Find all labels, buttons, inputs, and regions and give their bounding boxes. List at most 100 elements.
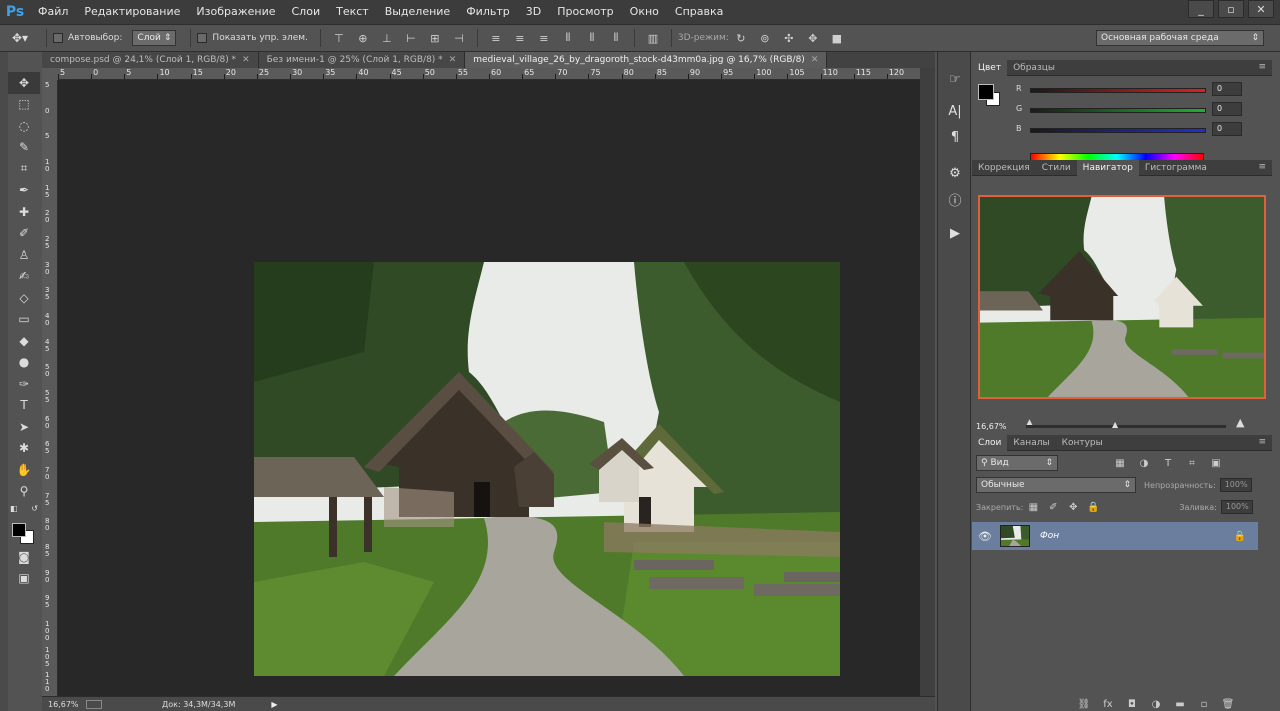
tab-layers[interactable]: Слои xyxy=(972,434,1008,451)
workspace-dropdown[interactable]: Основная рабочая среда ⇕ xyxy=(1096,30,1264,46)
blend-mode-dropdown[interactable]: Обычные ⇕ xyxy=(976,477,1136,493)
move-tool-preset-icon[interactable]: ✥▾ xyxy=(0,28,40,48)
tab-navigator[interactable]: Навигатор xyxy=(1076,159,1139,176)
tab-channels[interactable]: Каналы xyxy=(1007,435,1055,451)
visibility-eye-icon[interactable]: 👁 xyxy=(972,530,998,543)
3d-roll-icon[interactable]: ⊚ xyxy=(758,31,772,45)
actions-panel-icon[interactable]: ▶ xyxy=(938,220,972,246)
tab-styles[interactable]: Стили xyxy=(1036,160,1077,176)
brush-tool-icon[interactable]: ✐ xyxy=(8,223,40,245)
distribute-hcenter-icon[interactable]: ⦀ xyxy=(585,31,599,45)
layer-row-background[interactable]: 👁 Фон 🔒 xyxy=(972,522,1258,550)
delete-layer-icon[interactable]: 🗑 xyxy=(1221,699,1235,710)
blur-tool-icon[interactable]: ◆ xyxy=(8,330,40,352)
close-icon[interactable]: ✕ xyxy=(811,55,819,65)
align-hcenter-icon[interactable]: ⊞ xyxy=(428,31,442,45)
menu-3d[interactable]: 3D xyxy=(518,0,549,24)
navigator-thumbnail[interactable] xyxy=(978,195,1266,399)
close-icon[interactable]: ✕ xyxy=(449,55,457,65)
blue-value[interactable]: 0 xyxy=(1212,122,1242,136)
properties-panel-icon[interactable]: ⚙ xyxy=(938,160,972,186)
show-transform-controls-checkbox[interactable] xyxy=(197,33,208,43)
menu-view[interactable]: Просмотр xyxy=(549,0,621,24)
fg-bg-colors[interactable] xyxy=(8,522,40,546)
zoom-tool-icon[interactable]: ⚲ xyxy=(8,481,40,503)
quick-select-tool-icon[interactable]: ✎ xyxy=(8,137,40,159)
menu-filter[interactable]: Фильтр xyxy=(458,0,518,24)
paragraph-panel-icon[interactable]: ¶ xyxy=(938,124,972,150)
filter-adjustment-icon[interactable]: ◑ xyxy=(1137,458,1151,469)
tab-adjustments[interactable]: Коррекция xyxy=(972,160,1036,176)
align-top-icon[interactable]: ⊤ xyxy=(332,31,346,45)
link-layers-icon[interactable]: ⛓ xyxy=(1077,699,1091,710)
tab-swatches[interactable]: Образцы xyxy=(1007,60,1061,76)
color-swatches[interactable]: ◧ ↺ xyxy=(8,502,40,522)
canvas-area[interactable] xyxy=(58,80,920,696)
3d-scale-icon[interactable]: ■ xyxy=(830,31,844,45)
swap-colors-icon[interactable]: ↺ xyxy=(31,504,38,513)
status-menu-arrow-icon[interactable]: ▶ xyxy=(271,700,277,709)
menu-help[interactable]: Справка xyxy=(667,0,731,24)
lock-all-icon[interactable]: 🔒 xyxy=(1086,502,1100,513)
menu-window[interactable]: Окно xyxy=(622,0,667,24)
path-selection-tool-icon[interactable]: ➤ xyxy=(8,416,40,438)
opacity-value[interactable]: 100% xyxy=(1219,478,1252,492)
color-panel-swatches[interactable] xyxy=(978,84,1002,108)
navigator-zoom[interactable]: 16,67% xyxy=(976,422,1007,431)
fill-value[interactable]: 100% xyxy=(1220,500,1253,514)
tab-compose[interactable]: compose.psd @ 24,1% (Слой 1, RGB/8) * ✕ xyxy=(42,52,259,68)
eraser-tool-icon[interactable]: ◇ xyxy=(8,287,40,309)
3d-slide-icon[interactable]: ✥ xyxy=(806,31,820,45)
align-vcenter-icon[interactable]: ⊕ xyxy=(356,31,370,45)
align-bottom-icon[interactable]: ⊥ xyxy=(380,31,394,45)
clone-stamp-tool-icon[interactable]: ♙ xyxy=(8,244,40,266)
align-right-icon[interactable]: ⊣ xyxy=(452,31,466,45)
distribute-bottom-icon[interactable]: ≡ xyxy=(537,31,551,45)
distribute-left-icon[interactable]: ⦀ xyxy=(561,31,575,45)
layer-style-icon[interactable]: fx xyxy=(1101,699,1115,710)
zoom-slider-handle[interactable]: ▲ xyxy=(1112,420,1118,429)
red-value[interactable]: 0 xyxy=(1212,82,1242,96)
panel-menu-icon[interactable]: ≡ xyxy=(1258,62,1266,72)
filter-smart-object-icon[interactable]: ▣ xyxy=(1209,458,1223,469)
status-preview-icon[interactable] xyxy=(86,699,102,709)
distribute-top-icon[interactable]: ≡ xyxy=(489,31,503,45)
green-slider[interactable] xyxy=(1030,108,1206,113)
lock-position-icon[interactable]: ✥ xyxy=(1066,502,1080,513)
lock-image-icon[interactable]: ✐ xyxy=(1046,502,1060,513)
new-layer-icon[interactable]: ▫ xyxy=(1197,699,1211,710)
navigator-zoom-slider[interactable] xyxy=(1026,425,1226,428)
menu-file[interactable]: Файл xyxy=(30,0,76,24)
quick-mask-icon[interactable]: ◙ xyxy=(8,546,40,568)
autoselect-checkbox[interactable] xyxy=(53,33,63,43)
lock-transparent-icon[interactable]: ▦ xyxy=(1026,502,1040,513)
tab-histogram[interactable]: Гистограмма xyxy=(1139,160,1213,176)
new-adjustment-icon[interactable]: ◑ xyxy=(1149,699,1163,710)
zoom-in-icon[interactable]: ▲ xyxy=(1236,416,1244,429)
layer-filter-dropdown[interactable]: ⚲ Вид ⇕ xyxy=(976,455,1058,471)
document-image[interactable] xyxy=(254,262,840,676)
tab-color[interactable]: Цвет xyxy=(972,59,1008,76)
lasso-tool-icon[interactable]: ◌ xyxy=(8,115,40,137)
character-panel-icon[interactable]: A| xyxy=(938,98,972,124)
close-icon[interactable]: ✕ xyxy=(242,55,250,65)
ruler-horizontal[interactable]: 5 0 5 10 15 20 25 30 35 40 45 50 55 60 65 70 75 80 85 90 95 1… xyxy=(58,68,920,80)
close-button[interactable]: ✕ xyxy=(1248,0,1274,18)
align-left-icon[interactable]: ⊢ xyxy=(404,31,418,45)
ruler-corner[interactable] xyxy=(42,68,58,80)
gradient-tool-icon[interactable]: ▭ xyxy=(8,309,40,331)
panel-fg-swatch[interactable] xyxy=(978,84,994,100)
status-zoom[interactable]: 16,67% xyxy=(42,700,84,709)
ruler-vertical[interactable]: 5 0 5 1 0 1 5 2 0 2 5 3 0 3 5 4 0 4 5 5 0 5 5 6 0 6 5 7… xyxy=(42,80,58,696)
3d-pan-icon[interactable]: ✣ xyxy=(782,31,796,45)
history-brush-tool-icon[interactable]: ✍ xyxy=(8,266,40,288)
distribute-right-icon[interactable]: ⦀ xyxy=(609,31,623,45)
panel-menu-icon[interactable]: ≡ xyxy=(1258,437,1266,447)
menu-select[interactable]: Выделение xyxy=(377,0,459,24)
menu-type[interactable]: Текст xyxy=(328,0,377,24)
tab-untitled[interactable]: Без имени-1 @ 25% (Слой 1, RGB/8) * ✕ xyxy=(258,52,466,68)
menu-layers[interactable]: Слои xyxy=(284,0,329,24)
auto-align-icon[interactable]: ▥ xyxy=(646,31,660,45)
screen-mode-icon[interactable]: ▣ xyxy=(8,568,40,590)
green-value[interactable]: 0 xyxy=(1212,102,1242,116)
